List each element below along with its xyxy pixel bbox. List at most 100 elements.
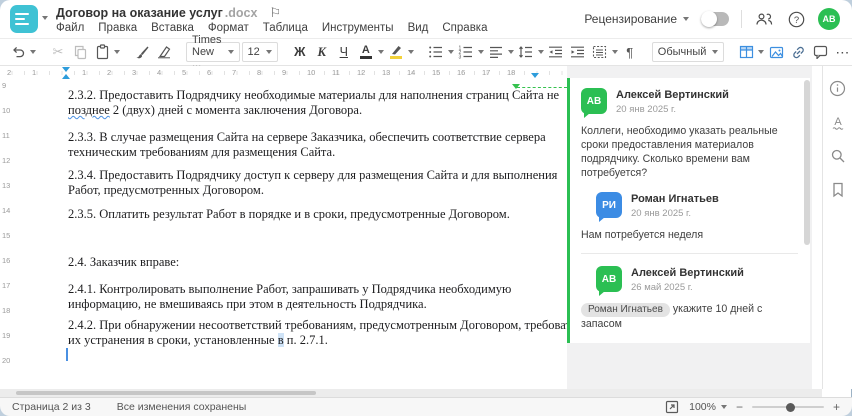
- review-mode-dropdown[interactable]: Рецензирование: [584, 12, 689, 26]
- logo-menu-caret-icon[interactable]: [42, 16, 48, 20]
- paragraph[interactable]: 2.3.3. В случае размещения Сайта на серв…: [68, 130, 546, 160]
- zoom-in-button[interactable]: +: [833, 401, 840, 413]
- bookmark-icon[interactable]: [828, 180, 848, 200]
- document-page[interactable]: 2.3.2. Предоставить Подрядчику необходим…: [14, 80, 567, 389]
- italic-button[interactable]: К: [312, 41, 332, 63]
- comment-author: Роман Игнатьев: [631, 193, 719, 205]
- align-caret-icon[interactable]: [507, 41, 514, 63]
- page-indicator[interactable]: Страница 2 из 3: [12, 401, 91, 413]
- text-run: 2.3.2. Предоставить Подрядчику необходим…: [68, 88, 560, 102]
- align-button[interactable]: [486, 41, 506, 63]
- paragraph[interactable]: 2.3.4. Предоставить Подрядчику доступ к …: [68, 168, 557, 198]
- numbered-list-caret-icon[interactable]: [477, 41, 484, 63]
- spellcheck-icon[interactable]: A: [828, 112, 848, 132]
- ruler-number: 1: [32, 68, 37, 77]
- highlight-color-button[interactable]: [386, 41, 406, 63]
- paragraph[interactable]: 2.4.2. При обнаружении несоответствий тр…: [68, 318, 567, 348]
- numbered-list-button[interactable]: 123: [456, 41, 476, 63]
- text-run: 2.4.2. При обнаружении несоответствий тр…: [68, 318, 567, 332]
- flag-icon[interactable]: ⚐: [269, 5, 281, 21]
- text-run: информацию, не вмешиваясь при этом в дея…: [68, 297, 427, 311]
- comment-item[interactable]: АВ Алексей Вертинский 20 янв 2025 г. Коллег…: [581, 88, 798, 180]
- svg-text:?: ?: [793, 15, 798, 26]
- highlight-caret-icon[interactable]: [407, 41, 414, 63]
- menu-item[interactable]: Инструменты: [322, 22, 394, 34]
- horizontal-scrollbar[interactable]: [0, 389, 822, 397]
- paragraph[interactable]: 2.4. Заказчик вправе:: [68, 255, 179, 270]
- format-painter-button[interactable]: [132, 41, 152, 63]
- ruler-number: 9: [282, 68, 287, 77]
- font-size-select[interactable]: 12: [241, 42, 278, 62]
- paragraph-style-select[interactable]: Обычный: [651, 42, 725, 62]
- left-indent-marker[interactable]: [62, 74, 70, 79]
- undo-button[interactable]: [8, 41, 28, 63]
- horizontal-ruler[interactable]: 2 1 1 2 3 4 5 6 7 8 9 10 11 12 13 14 15 16 17 18: [0, 66, 567, 81]
- insert-comment-button[interactable]: [810, 41, 830, 63]
- shading-caret-icon[interactable]: [611, 41, 618, 63]
- line-spacing-button[interactable]: [516, 41, 536, 63]
- font-color-caret-icon[interactable]: [377, 41, 384, 63]
- increase-indent-button[interactable]: [568, 41, 588, 63]
- user-avatar[interactable]: АВ: [818, 8, 840, 30]
- bullet-list-button[interactable]: [426, 41, 446, 63]
- ruler-number: 4: [157, 68, 162, 77]
- underline-button[interactable]: Ч: [334, 41, 354, 63]
- menu-item[interactable]: Формат: [208, 22, 249, 34]
- toolbar-more-button[interactable]: ⋯: [832, 41, 852, 63]
- menu-item[interactable]: Правка: [98, 22, 137, 34]
- text-run: 2.4.1. Контролировать выполнение Работ, …: [68, 282, 512, 296]
- text-cursor: [66, 348, 68, 361]
- paragraph[interactable]: 2.4.1. Контролировать выполнение Работ, …: [68, 282, 511, 312]
- menu-item[interactable]: Файл: [56, 22, 84, 34]
- right-indent-marker[interactable]: [531, 73, 539, 78]
- fit-width-icon[interactable]: [664, 399, 680, 415]
- comment-item[interactable]: РИ Роман Игнатьев 20 янв 2025 г. Нам потреб…: [581, 192, 798, 242]
- review-toggle[interactable]: [701, 11, 729, 27]
- horizontal-scroll-thumb[interactable]: [16, 391, 316, 395]
- paste-button[interactable]: [92, 41, 112, 63]
- zoom-level-select[interactable]: 100%: [689, 401, 727, 413]
- help-icon[interactable]: ?: [786, 9, 806, 29]
- comment-item[interactable]: АВ Алексей Вертинский 26 май 2025 г. Роман …: [581, 266, 798, 331]
- bold-button[interactable]: Ж: [290, 41, 310, 63]
- insert-table-caret-icon[interactable]: [758, 41, 765, 63]
- menu-item[interactable]: Справка: [442, 22, 487, 34]
- insert-table-button[interactable]: [736, 41, 756, 63]
- undo-caret-icon[interactable]: [30, 41, 36, 63]
- font-name-select[interactable]: Times New ...: [186, 34, 240, 70]
- search-icon[interactable]: [828, 146, 848, 166]
- zoom-out-button[interactable]: −: [736, 401, 743, 413]
- zoom-slider-knob[interactable]: [785, 402, 795, 412]
- menu-item[interactable]: Вид: [408, 22, 429, 34]
- comments-scrollbar[interactable]: [804, 80, 810, 245]
- insert-link-button[interactable]: [788, 41, 808, 63]
- insert-image-button[interactable]: [766, 41, 786, 63]
- info-icon[interactable]: [828, 78, 848, 98]
- copy-button[interactable]: [70, 41, 90, 63]
- cut-button[interactable]: ✂: [48, 41, 68, 63]
- vertical-ruler[interactable]: 9 10 11 12 13 14 15 16 17 18 19 20: [0, 80, 15, 389]
- menu-item[interactable]: Вставка: [151, 22, 194, 34]
- clear-style-button[interactable]: [154, 41, 174, 63]
- paragraph[interactable]: 2.3.2. Предоставить Подрядчику необходим…: [68, 88, 559, 118]
- mention-chip[interactable]: Роман Игнатьев: [581, 303, 670, 317]
- menu-item[interactable]: Таблица: [263, 22, 308, 34]
- bullet-list-caret-icon[interactable]: [447, 41, 454, 63]
- decrease-indent-button[interactable]: [546, 41, 566, 63]
- comment-thread[interactable]: АВ Алексей Вертинский 20 янв 2025 г. Коллег…: [567, 78, 810, 343]
- zoom-slider[interactable]: [751, 402, 824, 412]
- paste-caret-icon[interactable]: [114, 41, 120, 63]
- first-line-indent-marker[interactable]: [62, 67, 70, 72]
- paragraph-shading-button[interactable]: [590, 41, 610, 63]
- comments-panel: АВ Алексей Вертинский 20 янв 2025 г. Коллег…: [567, 66, 812, 389]
- nonprinting-chars-button[interactable]: ¶: [620, 41, 640, 63]
- collaborators-icon[interactable]: [754, 9, 774, 29]
- svg-text:3: 3: [459, 55, 462, 60]
- ruler-number: 5: [182, 68, 187, 77]
- line-spacing-caret-icon[interactable]: [537, 41, 544, 63]
- comment-author: Алексей Вертинский: [631, 267, 744, 279]
- app-logo-icon[interactable]: [10, 5, 38, 33]
- font-color-button[interactable]: А: [356, 41, 376, 63]
- save-status: Все изменения сохранены: [116, 401, 247, 413]
- paragraph[interactable]: 2.3.5. Оплатить результат Работ в порядк…: [68, 207, 510, 222]
